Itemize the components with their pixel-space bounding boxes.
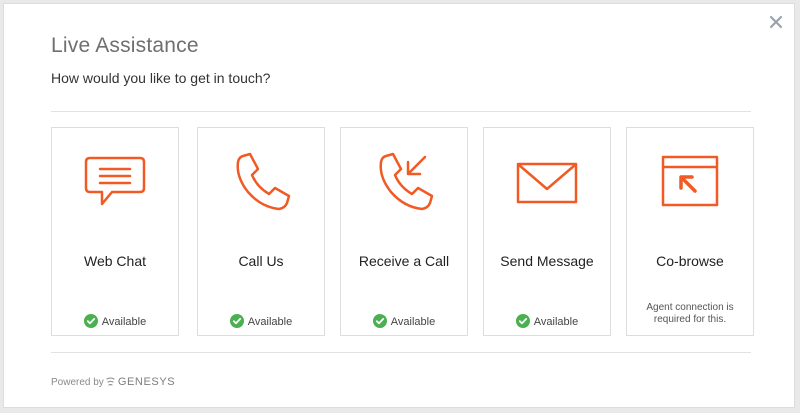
option-label: Call Us [238, 253, 284, 269]
check-circle-icon [229, 314, 244, 329]
option-co-browse[interactable]: Co-browse Agent connection is required f… [626, 127, 754, 336]
dialog-subtitle: How would you like to get in touch? [51, 70, 271, 86]
genesys-logo-icon [106, 377, 115, 386]
option-label: Co-browse [656, 253, 724, 269]
option-send-message[interactable]: Send Message Available [483, 127, 611, 336]
availability-status: Available [484, 314, 610, 329]
contact-options: Web Chat Available Call Us Available Rec… [51, 127, 754, 337]
option-label: Web Chat [84, 253, 146, 269]
availability-status: Available [52, 314, 178, 329]
top-divider [51, 111, 751, 112]
option-label: Send Message [500, 253, 594, 269]
footer: Powered by GENESYS [51, 376, 175, 388]
availability-note: Agent connection is required for this. [646, 302, 734, 325]
status-text: Available [533, 316, 579, 328]
check-circle-icon [515, 314, 530, 329]
check-circle-icon [372, 314, 387, 329]
chat-bubble-icon [52, 152, 178, 214]
check-circle-icon [83, 314, 98, 329]
status-text: Available [101, 316, 147, 328]
status-text: Available [247, 316, 293, 328]
option-label: Receive a Call [358, 253, 450, 269]
phone-icon [198, 152, 324, 214]
cobrowse-icon [627, 152, 753, 214]
powered-by-text: Powered by [51, 376, 104, 388]
phone-incoming-icon [341, 152, 467, 214]
availability-status: Available [341, 314, 467, 329]
option-call-us[interactable]: Call Us Available [197, 127, 325, 336]
close-icon[interactable] [769, 15, 783, 29]
genesys-brand-text[interactable]: GENESYS [118, 376, 175, 388]
status-text: Available [390, 316, 436, 328]
option-web-chat[interactable]: Web Chat Available [51, 127, 179, 336]
live-assistance-dialog: Live Assistance How would you like to ge… [3, 3, 795, 408]
envelope-icon [484, 152, 610, 214]
option-receive-a-call[interactable]: Receive a Call Available [340, 127, 468, 336]
dialog-title: Live Assistance [51, 34, 199, 57]
availability-status: Available [198, 314, 324, 329]
bottom-divider [51, 352, 751, 353]
